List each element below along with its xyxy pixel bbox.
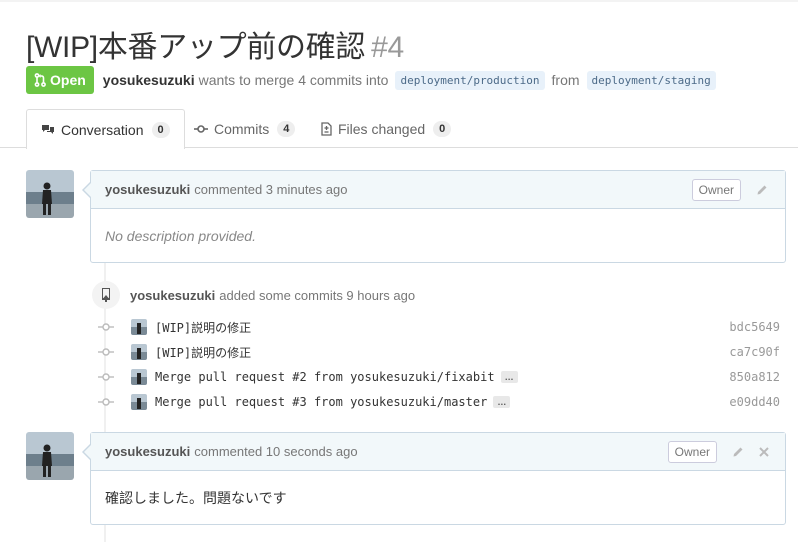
pencil-icon bbox=[757, 185, 767, 195]
commit-row: Merge pull request #2 from yosukesuzuki/… bbox=[96, 366, 780, 388]
comment-body: 確認しました。問題ないです bbox=[105, 489, 287, 506]
commit-author-avatar[interactable] bbox=[131, 344, 147, 360]
pull-request-icon bbox=[34, 73, 46, 87]
state-badge: Open bbox=[26, 66, 94, 94]
avatar[interactable] bbox=[26, 432, 74, 480]
comment-body: No description provided. bbox=[105, 227, 256, 244]
comment-header: yosukesuzuki commented 10 seconds ago Ow… bbox=[91, 433, 785, 471]
repo-push-badge bbox=[92, 281, 120, 309]
commit-message-link[interactable]: Merge pull request #3 from yosukesuzuki/… bbox=[155, 395, 487, 409]
event-action: added some commits 9 hours ago bbox=[219, 287, 416, 303]
commit-sha-link[interactable]: e09dd40 bbox=[729, 395, 780, 409]
owner-label: Owner bbox=[667, 441, 717, 463]
pr-tabs: Conversation 0 Commits 4 Files changed 0 bbox=[0, 109, 798, 149]
state-label: Open bbox=[50, 72, 86, 88]
git-commit-icon bbox=[96, 322, 116, 332]
tab-commits-count: 4 bbox=[277, 120, 296, 137]
tab-conversation-label: Conversation bbox=[61, 121, 144, 138]
close-icon bbox=[759, 447, 769, 457]
avatar-image bbox=[26, 432, 74, 480]
delete-comment-button[interactable] bbox=[755, 443, 773, 461]
commit-author-avatar[interactable] bbox=[131, 319, 147, 335]
from-text: from bbox=[551, 72, 580, 88]
repo-push-icon bbox=[102, 288, 110, 302]
page-title: [WIP]本番アップ前の確認 #4 bbox=[26, 22, 404, 66]
commit-message-link[interactable]: [WIP]説明の修正 bbox=[155, 319, 251, 336]
comment-arrow-fill bbox=[84, 183, 91, 197]
comment-discussion-icon bbox=[42, 124, 54, 134]
event-author-link[interactable]: yosukesuzuki bbox=[130, 288, 215, 303]
git-commit-icon bbox=[96, 397, 116, 407]
commit-sha-link[interactable]: ca7c90f bbox=[729, 345, 780, 359]
avatar-image bbox=[26, 170, 74, 218]
diff-icon bbox=[321, 121, 332, 136]
commit-author-avatar[interactable] bbox=[131, 394, 147, 410]
comment-box: yosukesuzuki commented 3 minutes ago Own… bbox=[82, 170, 786, 263]
commit-author-avatar[interactable] bbox=[131, 369, 147, 385]
comment-header: yosukesuzuki commented 3 minutes ago Own… bbox=[91, 171, 785, 209]
base-branch[interactable]: deployment/production bbox=[395, 70, 545, 90]
head-branch[interactable]: deployment/staging bbox=[586, 70, 716, 90]
comment-box: yosukesuzuki commented 10 seconds ago Ow… bbox=[82, 432, 786, 525]
tab-commits-label: Commits bbox=[214, 120, 270, 137]
pr-author-link[interactable]: yosukesuzuki bbox=[103, 72, 195, 88]
merge-description: wants to merge 4 commits into bbox=[198, 72, 389, 88]
tab-files-changed[interactable]: Files changed 0 bbox=[306, 109, 465, 148]
top-divider bbox=[0, 0, 798, 2]
comment-timestamp[interactable]: commented 3 minutes ago bbox=[194, 182, 347, 197]
owner-label: Owner bbox=[691, 179, 741, 201]
pr-number: #4 bbox=[371, 31, 404, 64]
commit-row: [WIP]説明の修正 bdc5649 bbox=[96, 316, 780, 338]
edit-comment-button[interactable] bbox=[729, 443, 747, 461]
pr-title: [WIP]本番アップ前の確認 bbox=[26, 31, 366, 64]
commit-sha-link[interactable]: 850a812 bbox=[729, 370, 780, 384]
edit-comment-button[interactable] bbox=[753, 181, 771, 199]
tab-files-label: Files changed bbox=[338, 120, 426, 137]
git-commit-icon bbox=[194, 124, 208, 133]
commit-row: Merge pull request #3 from yosukesuzuki/… bbox=[96, 391, 780, 413]
comment-author-link[interactable]: yosukesuzuki bbox=[105, 182, 190, 197]
pr-meta: Open yosukesuzuki wants to merge 4 commi… bbox=[26, 66, 723, 94]
tab-files-count: 0 bbox=[433, 120, 452, 137]
comment-timestamp[interactable]: commented 10 seconds ago bbox=[194, 444, 357, 459]
tab-conversation-count: 0 bbox=[151, 121, 170, 138]
expand-commit-button[interactable]: … bbox=[500, 371, 518, 383]
comment-author-link[interactable]: yosukesuzuki bbox=[105, 444, 190, 459]
tab-conversation[interactable]: Conversation 0 bbox=[26, 109, 185, 149]
commit-sha-link[interactable]: bdc5649 bbox=[729, 320, 780, 334]
git-commit-icon bbox=[96, 347, 116, 357]
avatar[interactable] bbox=[26, 170, 74, 218]
comment-arrow-fill bbox=[84, 445, 91, 459]
commit-message-link[interactable]: [WIP]説明の修正 bbox=[155, 344, 251, 361]
pencil-icon bbox=[733, 447, 743, 457]
expand-commit-button[interactable]: … bbox=[493, 396, 511, 408]
git-commit-icon bbox=[96, 372, 116, 382]
commit-message-link[interactable]: Merge pull request #2 from yosukesuzuki/… bbox=[155, 370, 495, 384]
tab-commits[interactable]: Commits 4 bbox=[180, 109, 309, 148]
commit-row: [WIP]説明の修正 ca7c90f bbox=[96, 341, 780, 363]
commits-event: yosukesuzuki added some commits 9 hours … bbox=[92, 281, 415, 309]
